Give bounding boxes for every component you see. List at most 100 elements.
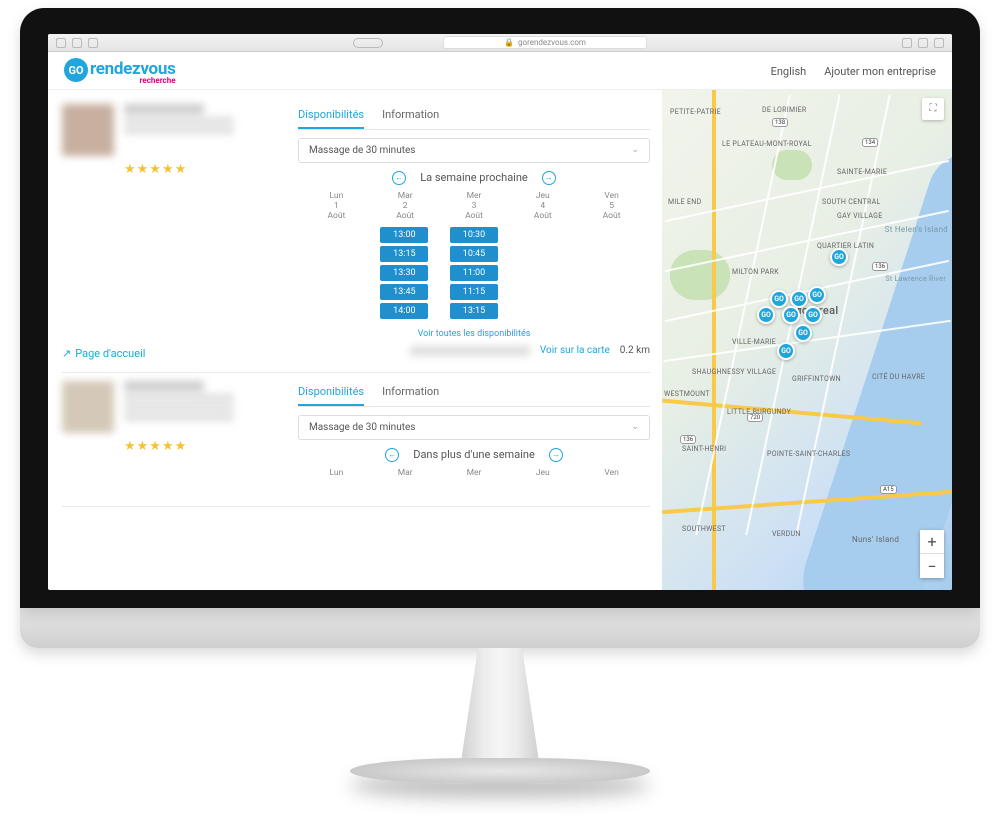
- zoom-in-button[interactable]: +: [920, 530, 944, 554]
- map-label: PETITE-PATRIE: [670, 108, 721, 116]
- nav-back-icon[interactable]: [56, 38, 66, 48]
- route-shield: 138: [772, 118, 788, 127]
- time-slot[interactable]: 13:45: [380, 284, 428, 300]
- map-marker[interactable]: GO: [757, 306, 775, 324]
- share-icon[interactable]: [902, 38, 912, 48]
- time-slot[interactable]: 10:45: [450, 246, 498, 262]
- map-label: St Lawrence River: [885, 275, 946, 283]
- add-business-link[interactable]: Ajouter mon entreprise: [824, 65, 936, 78]
- fullscreen-button[interactable]: ⛶: [922, 98, 944, 120]
- map-panel[interactable]: PETITE-PATRIE DE LORIMIER LE PLATEAU-MON…: [662, 90, 952, 591]
- map-label: MILE END: [668, 198, 701, 206]
- avatar[interactable]: [62, 381, 114, 433]
- map-canvas[interactable]: PETITE-PATRIE DE LORIMIER LE PLATEAU-MON…: [662, 90, 952, 591]
- map-label: GRIFFINTOWN: [792, 375, 841, 383]
- tab-information[interactable]: Information: [382, 104, 439, 129]
- map-label: CITÉ DU HAVRE: [872, 373, 925, 381]
- chevron-down-icon: ⌄: [631, 145, 639, 155]
- distance: 0.2 km: [620, 345, 650, 356]
- map-marker[interactable]: GO: [804, 306, 822, 324]
- app-header: GO rendezvous recherche English Ajouter …: [48, 52, 952, 90]
- time-slot[interactable]: 10:30: [450, 227, 498, 243]
- day-header: Ven5Août: [577, 191, 646, 222]
- day-header: Jeu: [508, 468, 577, 488]
- time-slot[interactable]: 13:30: [380, 265, 428, 281]
- time-slot[interactable]: 13:15: [450, 303, 498, 319]
- tabs-icon[interactable]: [934, 38, 944, 48]
- rating-stars: ★★★★★: [124, 439, 282, 454]
- flex-spacer: [353, 38, 383, 48]
- address-blurred: [410, 346, 530, 356]
- next-week-button[interactable]: →: [549, 448, 563, 462]
- see-all-link[interactable]: Voir toutes les disponibilités: [298, 329, 650, 339]
- time-slot[interactable]: 11:15: [450, 284, 498, 300]
- map-marker[interactable]: GO: [777, 342, 795, 360]
- logo[interactable]: GO rendezvous recherche: [64, 58, 176, 85]
- result-card: ★★★★★ Disponibilités Information Massage…: [62, 373, 650, 507]
- map-label: St Helen's Island: [885, 225, 948, 234]
- professional-info: [124, 104, 234, 156]
- tab-information[interactable]: Information: [382, 381, 439, 406]
- prev-week-button[interactable]: ←: [392, 171, 406, 185]
- map-marker[interactable]: GO: [808, 286, 826, 304]
- day-header: Lun1Août: [302, 191, 371, 222]
- map-label: MILTON PARK: [732, 268, 779, 276]
- map-label: DE LORIMIER: [762, 106, 807, 114]
- map-label: SOUTHWEST: [682, 525, 726, 533]
- route-shield: A15: [880, 485, 897, 494]
- map-label: SOUTH CENTRAL: [822, 198, 881, 206]
- map-label: QUARTIER LATIN: [817, 242, 874, 250]
- view-on-map-link[interactable]: Voir sur la carte: [540, 345, 610, 356]
- route-shield: 136: [872, 262, 888, 271]
- nav-fwd-icon[interactable]: [72, 38, 82, 48]
- tab-availability[interactable]: Disponibilités: [298, 381, 364, 406]
- external-link-icon: ↗: [62, 347, 71, 360]
- map-marker[interactable]: GO: [790, 290, 808, 308]
- service-select[interactable]: Massage de 30 minutes ⌄: [298, 138, 650, 163]
- map-label: SHAUGHNESSY VILLAGE: [692, 368, 776, 376]
- map-label: Nuns' Island: [852, 535, 899, 544]
- result-card: ★★★★★ ↗ Page d'accueil Disponibilités In…: [62, 96, 650, 373]
- week-label: La semaine prochaine: [420, 171, 528, 184]
- map-marker[interactable]: GO: [782, 306, 800, 324]
- url-bar[interactable]: 🔒 gorendezvous.com: [443, 36, 647, 49]
- map-marker[interactable]: GO: [794, 324, 812, 342]
- day-header: Jeu4Août: [508, 191, 577, 222]
- zoom-out-button[interactable]: −: [920, 554, 944, 578]
- route-shield: 720: [747, 413, 763, 422]
- lang-link[interactable]: English: [771, 65, 807, 78]
- week-label: Dans plus d'une semaine: [413, 448, 535, 461]
- sidebar-icon[interactable]: [88, 38, 98, 48]
- home-link[interactable]: ↗ Page d'accueil: [62, 347, 282, 360]
- lock-icon: 🔒: [504, 38, 514, 47]
- day-header: Mar: [371, 468, 440, 488]
- day-header: Lun: [302, 468, 371, 488]
- prev-week-button[interactable]: ←: [385, 448, 399, 462]
- avatar[interactable]: [62, 104, 114, 156]
- professional-info: [124, 381, 234, 433]
- map-label: GAY VILLAGE: [837, 212, 883, 220]
- logo-badge: GO: [64, 58, 88, 82]
- time-slot[interactable]: 13:15: [380, 246, 428, 262]
- time-slot[interactable]: 14:00: [380, 303, 428, 319]
- day-header: Mar2Août: [371, 191, 440, 222]
- map-label: VILLE-MARIE: [732, 338, 776, 346]
- day-header: Mer3Août: [440, 191, 509, 222]
- day-header: Mer: [440, 468, 509, 488]
- download-icon[interactable]: [918, 38, 928, 48]
- zoom-controls: + −: [920, 530, 944, 578]
- next-week-button[interactable]: →: [542, 171, 556, 185]
- route-shield: 136: [680, 435, 696, 444]
- map-label: LE PLATEAU-MONT-ROYAL: [722, 140, 812, 148]
- day-header: Ven: [577, 468, 646, 488]
- map-label: SAINT-HENRI: [682, 445, 726, 453]
- time-slot[interactable]: 13:00: [380, 227, 428, 243]
- browser-chrome: 🔒 gorendezvous.com: [48, 34, 952, 52]
- map-marker[interactable]: GO: [770, 290, 788, 308]
- service-select[interactable]: Massage de 30 minutes ⌄: [298, 415, 650, 440]
- chevron-down-icon: ⌄: [631, 422, 639, 432]
- tab-availability[interactable]: Disponibilités: [298, 104, 364, 129]
- map-marker[interactable]: GO: [830, 248, 848, 266]
- results-list: ★★★★★ ↗ Page d'accueil Disponibilités In…: [48, 90, 662, 591]
- time-slot[interactable]: 11:00: [450, 265, 498, 281]
